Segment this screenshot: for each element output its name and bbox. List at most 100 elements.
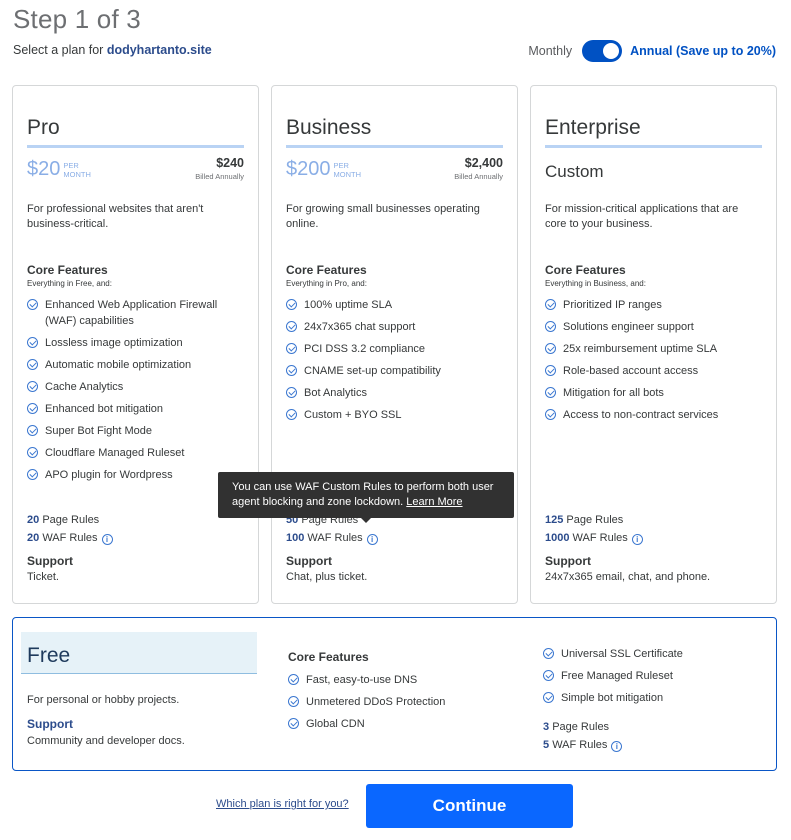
feature-item: 25x reimbursement uptime SLA xyxy=(545,341,768,357)
check-circle-icon xyxy=(288,696,299,707)
continue-button[interactable]: Continue xyxy=(366,784,573,828)
select-plan-subtitle: Select a plan for dodyhartanto.site xyxy=(13,43,212,57)
annual-total: $2,400 xyxy=(464,156,503,170)
page-rules-label: Page Rules xyxy=(552,721,610,733)
core-features-title: Core Features xyxy=(286,263,367,277)
feature-item: Simple bot mitigation xyxy=(543,690,683,706)
annual-price: $240 Billed Annually xyxy=(195,156,244,181)
custom-price: Custom xyxy=(545,162,604,181)
feature-item: Access to non-contract services xyxy=(545,407,768,423)
check-circle-icon xyxy=(288,718,299,729)
feature-list: Enhanced Web Application Firewall (WAF) … xyxy=(27,297,250,489)
billed-annually: Billed Annually xyxy=(195,172,244,181)
core-features-title: Core Features xyxy=(27,263,108,277)
billing-period-switch: Monthly Annual (Save up to 20%) xyxy=(528,40,776,62)
page-rules-count: 3 xyxy=(543,721,550,733)
feature-item: Cloudflare Managed Ruleset xyxy=(27,445,250,461)
annual-price: $2,400 Billed Annually xyxy=(454,156,503,181)
support-description: Community and developer docs. xyxy=(27,735,185,747)
check-circle-icon xyxy=(27,425,38,436)
plan-card-enterprise[interactable]: Enterprise Custom For mission-critical a… xyxy=(530,85,777,604)
plan-description: For professional websites that aren't bu… xyxy=(27,203,204,230)
check-circle-icon xyxy=(27,337,38,348)
check-circle-icon xyxy=(543,648,554,659)
plan-description: For mission-critical applications that a… xyxy=(545,203,739,230)
check-circle-icon xyxy=(545,365,556,376)
waf-rules-count: 1000 xyxy=(545,532,570,544)
feature-item: Solutions engineer support xyxy=(545,319,768,335)
feature-item: 100% uptime SLA xyxy=(286,297,509,313)
support-description: Ticket. xyxy=(27,571,59,583)
plan-divider xyxy=(286,145,503,148)
domain-name: dodyhartanto.site xyxy=(106,43,212,57)
annual-label[interactable]: Annual (Save up to 20%) xyxy=(630,44,776,58)
plan-card-business[interactable]: Business $200 PER MONTH $2,400 Billed Ann… xyxy=(271,85,518,604)
feature-item: Universal SSL Certificate xyxy=(543,646,683,662)
feature-item: Global CDN xyxy=(288,716,445,732)
feature-item: Mitigation for all bots xyxy=(545,385,768,401)
monthly-price: $200 PER MONTH xyxy=(286,158,361,180)
support-title: Support xyxy=(27,717,73,731)
core-features-title: Core Features xyxy=(545,263,626,277)
plan-divider xyxy=(27,145,244,148)
plan-divider xyxy=(545,145,762,148)
check-circle-icon xyxy=(27,447,38,458)
feature-item: Cache Analytics xyxy=(27,379,250,395)
check-circle-icon xyxy=(288,674,299,685)
check-circle-icon xyxy=(543,692,554,703)
feature-list: 100% uptime SLA 24x7x365 chat support PC… xyxy=(286,297,509,429)
plan-card-pro[interactable]: Pro $20 PER MONTH $240 Billed Annually Fo… xyxy=(12,85,259,604)
price-amount: $200 xyxy=(286,158,331,180)
info-icon[interactable]: i xyxy=(101,534,113,545)
feature-item: Automatic mobile optimization xyxy=(27,357,250,373)
waf-rules-label: WAF Rules xyxy=(572,532,628,544)
feature-item: Free Managed Ruleset xyxy=(543,668,683,684)
check-circle-icon xyxy=(286,365,297,376)
feature-item: PCI DSS 3.2 compliance xyxy=(286,341,509,357)
check-circle-icon xyxy=(27,299,38,310)
check-circle-icon xyxy=(27,359,38,370)
plan-description: For personal or hobby projects. xyxy=(27,694,180,706)
check-circle-icon xyxy=(545,387,556,398)
billing-toggle[interactable] xyxy=(582,40,623,62)
plan-name: Business xyxy=(286,116,372,139)
learn-more-link[interactable]: Learn More xyxy=(406,496,462,508)
check-circle-icon xyxy=(286,387,297,398)
which-plan-link[interactable]: Which plan is right for you? xyxy=(216,798,349,810)
feature-item: Custom + BYO SSL xyxy=(286,407,509,423)
billed-annually: Billed Annually xyxy=(454,172,503,181)
waf-rules-count: 100 xyxy=(286,532,305,544)
info-icon[interactable]: i xyxy=(366,534,378,545)
monthly-label[interactable]: Monthly xyxy=(528,44,572,58)
check-circle-icon xyxy=(27,469,38,480)
waf-rules-count: 20 xyxy=(27,532,40,544)
plan-name: Enterprise xyxy=(545,116,641,139)
feature-item: Role-based account access xyxy=(545,363,768,379)
feature-item: Fast, easy-to-use DNS xyxy=(288,672,445,688)
feature-item: CNAME set-up compatibility xyxy=(286,363,509,379)
waf-rules-count: 5 xyxy=(543,739,550,751)
plan-card-free[interactable]: Free For personal or hobby projects. Sup… xyxy=(12,617,777,771)
select-prefix: Select a plan for xyxy=(13,43,104,57)
check-circle-icon xyxy=(286,343,297,354)
support-title: Support xyxy=(286,554,332,568)
feature-list: Universal SSL Certificate Free Managed R… xyxy=(543,646,683,712)
waf-rules-label: WAF Rules xyxy=(42,532,98,544)
page-rules-count: 125 xyxy=(545,514,564,526)
check-circle-icon xyxy=(27,381,38,392)
core-features-subtitle: Everything in Pro, and: xyxy=(286,279,367,288)
price-period: PER MONTH xyxy=(333,161,362,179)
info-icon[interactable]: i xyxy=(611,741,623,752)
feature-item: Lossless image optimization xyxy=(27,335,250,351)
rules-summary: 20 Page Rules 20 WAF Rules i xyxy=(27,511,113,547)
check-circle-icon xyxy=(27,403,38,414)
price-amount: $20 xyxy=(27,158,61,180)
plan-name: Pro xyxy=(27,116,60,139)
info-icon[interactable]: i xyxy=(631,534,643,545)
feature-item: Bot Analytics xyxy=(286,385,509,401)
annual-total: $240 xyxy=(216,156,244,170)
check-circle-icon xyxy=(286,321,297,332)
core-features-subtitle: Everything in Free, and: xyxy=(27,279,112,288)
monthly-price: $20 PER MONTH xyxy=(27,158,91,180)
core-features-title: Core Features xyxy=(288,650,369,664)
